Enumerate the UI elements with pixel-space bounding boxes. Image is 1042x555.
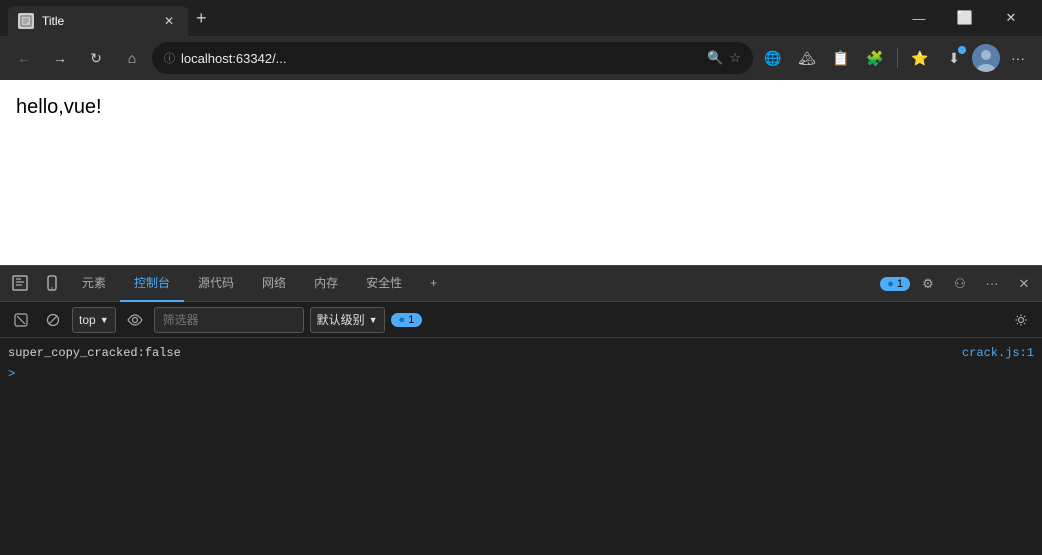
devtools-tab-elements[interactable]: 元素 <box>68 266 120 302</box>
console-message-badge[interactable]: ● 1 <box>391 313 423 327</box>
context-label: top <box>79 313 96 327</box>
close-button[interactable]: ✕ <box>988 0 1034 36</box>
page-content: hello,vue! <box>0 80 1042 265</box>
devtools-more-menu-button[interactable]: ··· <box>978 270 1006 298</box>
devtools-tab-console[interactable]: 控制台 <box>120 266 184 302</box>
toolbar-icons: 🌐 🏔 📋 🧩 ⭐ ⬇· ··· <box>757 42 1034 74</box>
level-arrow-icon: ▼ <box>369 315 378 325</box>
devtools-tab-add[interactable]: + <box>416 266 451 302</box>
more-menu-button[interactable]: ··· <box>1002 42 1034 74</box>
downloads-icon[interactable]: ⬇· <box>938 42 970 74</box>
profile-icon[interactable] <box>972 44 1000 72</box>
devtools-tab-bar: 元素 控制台 源代码 网络 内存 安全性 + ● 1 ⚙ ⚇ ··· ✕ <box>0 266 1042 302</box>
devtools-tab-memory[interactable]: 内存 <box>300 266 352 302</box>
home-button[interactable]: ⌂ <box>116 42 148 74</box>
filter-input[interactable] <box>154 307 304 333</box>
tab-favicon <box>18 13 34 29</box>
console-block-button[interactable] <box>40 307 66 333</box>
title-bar: Title ✕ + — ⬜ ✕ <box>0 0 1042 36</box>
collections-icon[interactable]: 📋 <box>825 42 857 74</box>
favorites-icon[interactable]: ⭐ <box>904 42 936 74</box>
level-label: 默认级别 <box>317 311 365 328</box>
console-log-text: super_copy_cracked:false <box>8 346 946 360</box>
maximize-button[interactable]: ⬜ <box>942 0 988 36</box>
active-tab[interactable]: Title ✕ <box>8 6 188 36</box>
console-badge-count: 1 <box>408 314 414 326</box>
badge-dot-icon: ● <box>887 278 894 290</box>
tab-area: Title ✕ + <box>8 0 896 36</box>
console-toolbar: top ▼ 默认级别 ▼ ● 1 <box>0 302 1042 338</box>
context-selector[interactable]: top ▼ <box>72 307 116 333</box>
tab-close-button[interactable]: ✕ <box>160 12 178 30</box>
address-bar[interactable]: ⓘ localhost:63342/... 🔍 ☆ <box>152 42 753 74</box>
console-badge-dot: ● <box>399 314 406 326</box>
level-selector[interactable]: 默认级别 ▼ <box>310 307 385 333</box>
extensions-icon[interactable]: 🧩 <box>859 42 891 74</box>
devtools-message-badge[interactable]: ● 1 <box>880 277 910 291</box>
forward-button[interactable]: → <box>44 42 76 74</box>
console-source-link[interactable]: crack.js:1 <box>946 346 1034 360</box>
devtools-close-button[interactable]: ✕ <box>1010 270 1038 298</box>
window-controls: — ⬜ ✕ <box>896 0 1034 36</box>
devtools-settings-button[interactable]: ⚙ <box>914 270 942 298</box>
context-arrow-icon: ▼ <box>100 315 109 325</box>
reload-button[interactable]: ↻ <box>80 42 112 74</box>
devtools-more-tools-button[interactable]: ⚇ <box>946 270 974 298</box>
devtools-device-button[interactable] <box>36 266 68 302</box>
minimize-button[interactable]: — <box>896 0 942 36</box>
console-prompt-line[interactable]: > <box>0 364 1042 384</box>
zoom-icon: 🔍 <box>707 50 723 66</box>
console-clear-button[interactable] <box>8 307 34 333</box>
new-tab-button[interactable]: + <box>188 0 215 36</box>
devtools-tab-network[interactable]: 网络 <box>248 266 300 302</box>
toolbar-divider <box>897 48 898 68</box>
back-button[interactable]: ← <box>8 42 40 74</box>
console-eye-button[interactable] <box>122 307 148 333</box>
console-settings-button[interactable] <box>1008 307 1034 333</box>
devtools-tab-sources[interactable]: 源代码 <box>184 266 248 302</box>
console-chevron-icon: > <box>8 367 15 381</box>
extension-globe-icon[interactable]: 🌐 <box>757 42 789 74</box>
star-icon[interactable]: ☆ <box>729 50 741 66</box>
devtools-tab-actions: ● 1 ⚙ ⚇ ··· ✕ <box>880 270 1038 298</box>
extension-mountain-icon[interactable]: 🏔 <box>791 42 823 74</box>
console-output: super_copy_cracked:false crack.js:1 > <box>0 338 1042 555</box>
toolbar: ← → ↻ ⌂ ⓘ localhost:63342/... 🔍 ☆ 🌐 🏔 📋 … <box>0 36 1042 80</box>
devtools-tab-security[interactable]: 安全性 <box>352 266 416 302</box>
address-text: localhost:63342/... <box>181 51 701 66</box>
devtools-inspect-button[interactable] <box>4 266 36 302</box>
badge-count: 1 <box>897 278 903 290</box>
devtools-panel: 元素 控制台 源代码 网络 内存 安全性 + ● 1 ⚙ ⚇ ··· ✕ <box>0 265 1042 555</box>
address-info-icon: ⓘ <box>164 50 175 66</box>
tab-title: Title <box>42 14 152 28</box>
console-log-line: super_copy_cracked:false crack.js:1 <box>0 342 1042 364</box>
page-hello-text: hello,vue! <box>16 96 102 118</box>
